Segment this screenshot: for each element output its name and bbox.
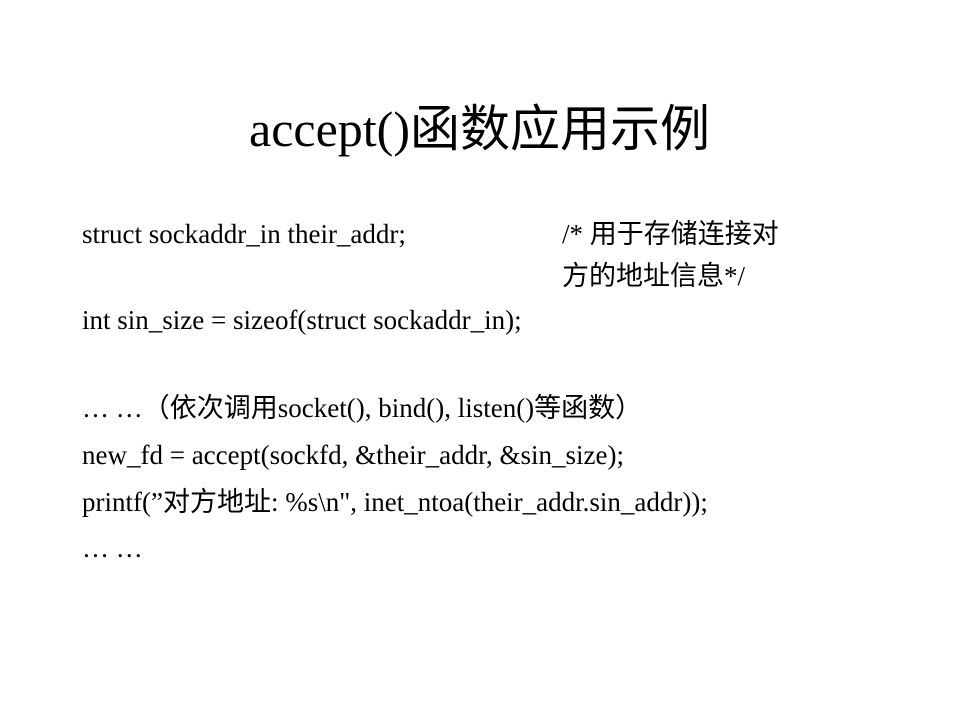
code-comment-line-1: /* 用于存储连接对 (562, 219, 779, 249)
slide-title: accept()函数应用示例 (249, 101, 710, 157)
code-line-ellipsis-end: … … (82, 533, 143, 563)
code-comment-line-2: 方的地址信息*/ (562, 261, 746, 291)
code-line-printf: printf(”对方地址: %s\n", inet_ntoa(their_add… (82, 487, 708, 517)
slide: accept()函数应用示例 struct sockaddr_in their_… (0, 0, 959, 719)
code-line-accept: new_fd = accept(sockfd, &their_addr, &si… (82, 440, 624, 470)
code-line-sin-size: int sin_size = sizeof(struct sockaddr_in… (82, 305, 522, 335)
code-line-ellipsis-calls: … …（依次调用socket(), bind(), listen()等函数） (82, 393, 643, 423)
code-line-struct-decl: struct sockaddr_in their_addr; (82, 219, 406, 249)
